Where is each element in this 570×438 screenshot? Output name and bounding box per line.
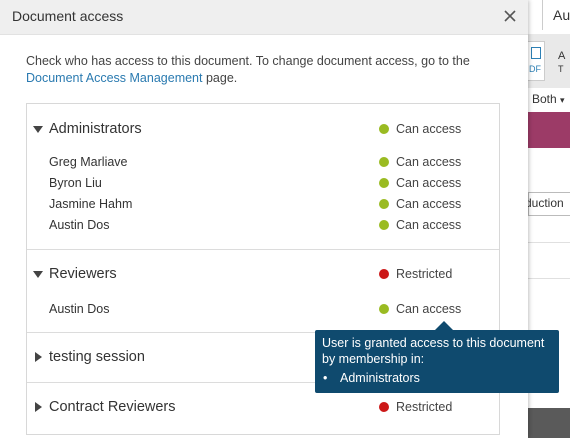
- member-name: Austin Dos: [49, 218, 110, 232]
- document-access-management-link[interactable]: Document Access Management: [26, 71, 202, 85]
- status-text: Can access: [396, 197, 462, 211]
- caret-right-icon: [35, 352, 42, 362]
- member-row: Austin Dos Can access: [27, 215, 499, 235]
- tooltip-line-1: User is granted access to this document: [322, 336, 545, 350]
- filter-select[interactable]: Both ▾: [528, 88, 565, 110]
- dialog-header: Document access: [0, 0, 528, 35]
- access-tooltip: User is granted access to this document …: [315, 330, 559, 393]
- group-name: testing session: [49, 349, 145, 365]
- divider: [528, 242, 570, 243]
- bullet-icon: •: [323, 371, 328, 385]
- background-footer: [528, 408, 570, 438]
- background-topbar: Au: [528, 0, 570, 35]
- status-dot: [379, 178, 389, 188]
- caret-down-icon: [33, 126, 43, 133]
- tooltip-arrow: [435, 321, 453, 330]
- close-button[interactable]: [500, 6, 520, 26]
- status-text: Restricted: [396, 400, 453, 414]
- status-text: Can access: [396, 176, 462, 190]
- pdf-tool-label: DF: [529, 64, 541, 74]
- group-name: Reviewers: [49, 266, 117, 282]
- caret-down-icon: [33, 271, 43, 278]
- close-icon: [504, 10, 516, 22]
- background-field[interactable]: duction: [528, 192, 570, 216]
- status-dot: [379, 199, 389, 209]
- document-icon: [531, 47, 541, 59]
- group-divider: [27, 249, 499, 250]
- tooltip-line-2: by membership in:: [322, 352, 425, 366]
- tool-label-2: T: [558, 64, 564, 74]
- status-dot: [379, 402, 389, 412]
- member-row: Jasmine Hahm Can access: [27, 194, 499, 214]
- status-dot: [379, 157, 389, 167]
- tool-label-1: A: [558, 50, 566, 62]
- group-header-contract-reviewers[interactable]: Contract Reviewers Restricted: [27, 397, 499, 417]
- status-text: Restricted: [396, 267, 453, 281]
- intro-text: Check who has access to this document. T…: [26, 53, 506, 87]
- member-name: Byron Liu: [49, 176, 102, 190]
- status-text: Can access: [396, 218, 462, 232]
- filter-select-value: Both: [532, 92, 557, 106]
- member-name: Jasmine Hahm: [49, 197, 133, 211]
- dialog-title: Document access: [12, 8, 124, 24]
- background-banner: [528, 112, 570, 148]
- group-name: Administrators: [49, 121, 142, 137]
- intro-text-main: Check who has access to this document. T…: [26, 54, 470, 68]
- group-name: Contract Reviewers: [49, 399, 176, 415]
- status-dot: [379, 220, 389, 230]
- pdf-tool-button[interactable]: DF: [528, 41, 545, 81]
- status-text: Can access: [396, 302, 462, 316]
- member-row: Byron Liu Can access: [27, 173, 499, 193]
- member-name: Austin Dos: [49, 302, 110, 316]
- group-header-reviewers[interactable]: Reviewers Restricted: [27, 264, 499, 284]
- status-dot: [379, 304, 389, 314]
- status-text: Can access: [396, 155, 462, 169]
- intro-text-suffix: page.: [202, 71, 238, 85]
- chevron-down-icon: ▾: [560, 95, 565, 105]
- status-dot: [379, 124, 389, 134]
- background-top-text: Au: [542, 0, 570, 30]
- caret-right-icon: [35, 402, 42, 412]
- member-row: Austin Dos Can access: [27, 299, 499, 319]
- tooltip-group-item: Administrators: [340, 371, 420, 385]
- status-text: Can access: [396, 122, 462, 136]
- status-dot: [379, 269, 389, 279]
- member-name: Greg Marliave: [49, 155, 128, 169]
- divider: [528, 278, 570, 279]
- member-row: Greg Marliave Can access: [27, 152, 499, 172]
- group-header-administrators[interactable]: Administrators Can access: [27, 119, 499, 139]
